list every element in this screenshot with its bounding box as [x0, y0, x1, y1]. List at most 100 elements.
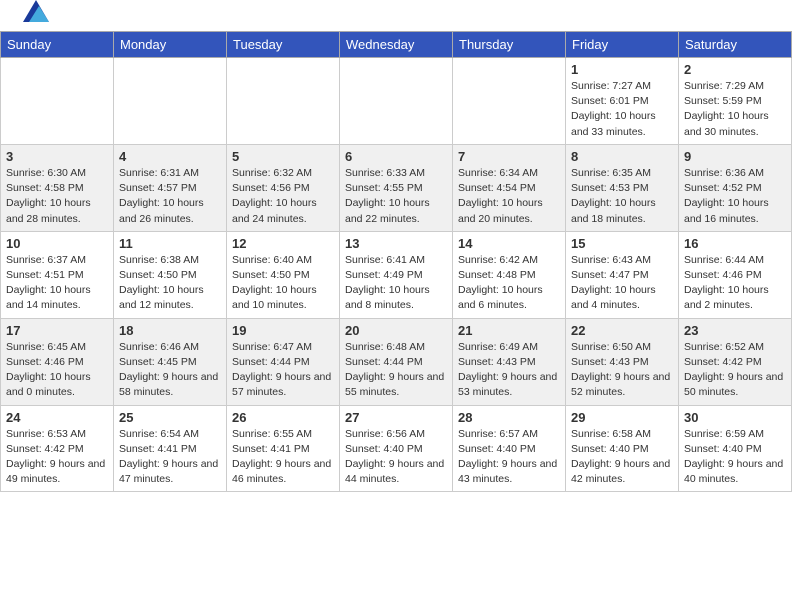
calendar-day-14: 14 Sunrise: 6:42 AM Sunset: 4:48 PM Dayli…	[453, 231, 566, 318]
calendar-day-7: 7 Sunrise: 6:34 AM Sunset: 4:54 PM Daylig…	[453, 144, 566, 231]
day-number: 15	[571, 236, 673, 251]
calendar-week-4: 24 Sunrise: 6:53 AM Sunset: 4:42 PM Dayli…	[1, 405, 792, 492]
day-number: 22	[571, 323, 673, 338]
day-info: Sunrise: 6:30 AM Sunset: 4:58 PM Dayligh…	[6, 166, 108, 227]
calendar-day-19: 19 Sunrise: 6:47 AM Sunset: 4:44 PM Dayli…	[227, 318, 340, 405]
calendar-header-friday: Friday	[566, 32, 679, 58]
day-info: Sunrise: 6:47 AM Sunset: 4:44 PM Dayligh…	[232, 340, 334, 401]
day-number: 6	[345, 149, 447, 164]
calendar-day-5: 5 Sunrise: 6:32 AM Sunset: 4:56 PM Daylig…	[227, 144, 340, 231]
day-number: 25	[119, 410, 221, 425]
day-number: 27	[345, 410, 447, 425]
calendar-table: SundayMondayTuesdayWednesdayThursdayFrid…	[0, 31, 792, 492]
calendar-day-30: 30Sunrise: 6:59 AM Sunset: 4:40 PM Dayli…	[679, 405, 792, 492]
day-number: 1	[571, 62, 673, 77]
calendar-empty-cell	[114, 58, 227, 145]
day-info: Sunrise: 6:43 AM Sunset: 4:47 PM Dayligh…	[571, 253, 673, 314]
calendar-day-18: 18 Sunrise: 6:46 AM Sunset: 4:45 PM Dayli…	[114, 318, 227, 405]
calendar-day-9: 9 Sunrise: 6:36 AM Sunset: 4:52 PM Daylig…	[679, 144, 792, 231]
calendar-empty-cell	[1, 58, 114, 145]
day-info: Sunrise: 6:49 AM Sunset: 4:43 PM Dayligh…	[458, 340, 560, 401]
day-number: 21	[458, 323, 560, 338]
calendar-header-sunday: Sunday	[1, 32, 114, 58]
day-info: Sunrise: 6:33 AM Sunset: 4:55 PM Dayligh…	[345, 166, 447, 227]
calendar-day-28: 28 Sunrise: 6:57 AM Sunset: 4:40 PM Dayli…	[453, 405, 566, 492]
calendar-day-8: 8 Sunrise: 6:35 AM Sunset: 4:53 PM Daylig…	[566, 144, 679, 231]
calendar-header-monday: Monday	[114, 32, 227, 58]
calendar-header-wednesday: Wednesday	[340, 32, 453, 58]
calendar-day-17: 17Sunrise: 6:45 AM Sunset: 4:46 PM Dayli…	[1, 318, 114, 405]
calendar-day-26: 26 Sunrise: 6:55 AM Sunset: 4:41 PM Dayli…	[227, 405, 340, 492]
day-number: 28	[458, 410, 560, 425]
calendar-day-20: 20 Sunrise: 6:48 AM Sunset: 4:44 PM Dayli…	[340, 318, 453, 405]
day-info: Sunrise: 6:57 AM Sunset: 4:40 PM Dayligh…	[458, 427, 560, 488]
calendar-week-3: 17Sunrise: 6:45 AM Sunset: 4:46 PM Dayli…	[1, 318, 792, 405]
calendar-day-6: 6 Sunrise: 6:33 AM Sunset: 4:55 PM Daylig…	[340, 144, 453, 231]
day-number: 24	[6, 410, 108, 425]
calendar-week-1: 3 Sunrise: 6:30 AM Sunset: 4:58 PM Daylig…	[1, 144, 792, 231]
calendar-day-16: 16 Sunrise: 6:44 AM Sunset: 4:46 PM Dayli…	[679, 231, 792, 318]
day-number: 23	[684, 323, 786, 338]
day-number: 7	[458, 149, 560, 164]
day-info: Sunrise: 7:27 AM Sunset: 6:01 PM Dayligh…	[571, 79, 673, 140]
day-info: Sunrise: 6:54 AM Sunset: 4:41 PM Dayligh…	[119, 427, 221, 488]
logo-wrapper	[20, 10, 49, 26]
day-info: Sunrise: 6:40 AM Sunset: 4:50 PM Dayligh…	[232, 253, 334, 314]
day-info: Sunrise: 6:48 AM Sunset: 4:44 PM Dayligh…	[345, 340, 447, 401]
calendar-week-0: 1 Sunrise: 7:27 AM Sunset: 6:01 PM Daylig…	[1, 58, 792, 145]
day-info: Sunrise: 6:31 AM Sunset: 4:57 PM Dayligh…	[119, 166, 221, 227]
calendar-day-23: 23 Sunrise: 6:52 AM Sunset: 4:42 PM Dayli…	[679, 318, 792, 405]
calendar-day-29: 29 Sunrise: 6:58 AM Sunset: 4:40 PM Dayli…	[566, 405, 679, 492]
calendar-empty-cell	[340, 58, 453, 145]
day-info: Sunrise: 6:58 AM Sunset: 4:40 PM Dayligh…	[571, 427, 673, 488]
page-container: SundayMondayTuesdayWednesdayThursdayFrid…	[0, 0, 792, 612]
day-info: Sunrise: 6:36 AM Sunset: 4:52 PM Dayligh…	[684, 166, 786, 227]
day-info: Sunrise: 6:46 AM Sunset: 4:45 PM Dayligh…	[119, 340, 221, 401]
day-number: 17	[6, 323, 108, 338]
calendar-day-27: 27 Sunrise: 6:56 AM Sunset: 4:40 PM Dayli…	[340, 405, 453, 492]
day-number: 19	[232, 323, 334, 338]
day-info: Sunrise: 6:55 AM Sunset: 4:41 PM Dayligh…	[232, 427, 334, 488]
day-number: 18	[119, 323, 221, 338]
calendar-day-22: 22Sunrise: 6:50 AM Sunset: 4:43 PM Dayli…	[566, 318, 679, 405]
day-info: Sunrise: 7:29 AM Sunset: 5:59 PM Dayligh…	[684, 79, 786, 140]
day-number: 9	[684, 149, 786, 164]
day-info: Sunrise: 6:35 AM Sunset: 4:53 PM Dayligh…	[571, 166, 673, 227]
day-info: Sunrise: 6:32 AM Sunset: 4:56 PM Dayligh…	[232, 166, 334, 227]
day-info: Sunrise: 6:37 AM Sunset: 4:51 PM Dayligh…	[6, 253, 108, 314]
day-number: 16	[684, 236, 786, 251]
day-number: 29	[571, 410, 673, 425]
day-number: 4	[119, 149, 221, 164]
calendar-day-4: 4 Sunrise: 6:31 AM Sunset: 4:57 PM Daylig…	[114, 144, 227, 231]
day-number: 2	[684, 62, 786, 77]
day-info: Sunrise: 6:34 AM Sunset: 4:54 PM Dayligh…	[458, 166, 560, 227]
day-number: 3	[6, 149, 108, 164]
calendar-day-11: 11Sunrise: 6:38 AM Sunset: 4:50 PM Dayli…	[114, 231, 227, 318]
day-info: Sunrise: 6:41 AM Sunset: 4:49 PM Dayligh…	[345, 253, 447, 314]
calendar-day-15: 15 Sunrise: 6:43 AM Sunset: 4:47 PM Dayli…	[566, 231, 679, 318]
day-number: 14	[458, 236, 560, 251]
day-info: Sunrise: 6:56 AM Sunset: 4:40 PM Dayligh…	[345, 427, 447, 488]
day-number: 13	[345, 236, 447, 251]
calendar-header-tuesday: Tuesday	[227, 32, 340, 58]
day-number: 11	[119, 236, 221, 251]
calendar-header-thursday: Thursday	[453, 32, 566, 58]
logo	[20, 15, 49, 26]
calendar-day-24: 24 Sunrise: 6:53 AM Sunset: 4:42 PM Dayli…	[1, 405, 114, 492]
calendar-day-3: 3 Sunrise: 6:30 AM Sunset: 4:58 PM Daylig…	[1, 144, 114, 231]
day-info: Sunrise: 6:42 AM Sunset: 4:48 PM Dayligh…	[458, 253, 560, 314]
calendar-day-13: 13 Sunrise: 6:41 AM Sunset: 4:49 PM Dayli…	[340, 231, 453, 318]
day-info: Sunrise: 6:44 AM Sunset: 4:46 PM Dayligh…	[684, 253, 786, 314]
day-info: Sunrise: 6:59 AM Sunset: 4:40 PM Dayligh…	[684, 427, 786, 488]
day-number: 20	[345, 323, 447, 338]
calendar-day-10: 10Sunrise: 6:37 AM Sunset: 4:51 PM Dayli…	[1, 231, 114, 318]
day-info: Sunrise: 6:52 AM Sunset: 4:42 PM Dayligh…	[684, 340, 786, 401]
day-number: 26	[232, 410, 334, 425]
day-number: 8	[571, 149, 673, 164]
day-info: Sunrise: 6:53 AM Sunset: 4:42 PM Dayligh…	[6, 427, 108, 488]
day-number: 5	[232, 149, 334, 164]
calendar-day-1: 1 Sunrise: 7:27 AM Sunset: 6:01 PM Daylig…	[566, 58, 679, 145]
calendar-empty-cell	[453, 58, 566, 145]
calendar-week-2: 10Sunrise: 6:37 AM Sunset: 4:51 PM Dayli…	[1, 231, 792, 318]
calendar-day-2: 2 Sunrise: 7:29 AM Sunset: 5:59 PM Daylig…	[679, 58, 792, 145]
